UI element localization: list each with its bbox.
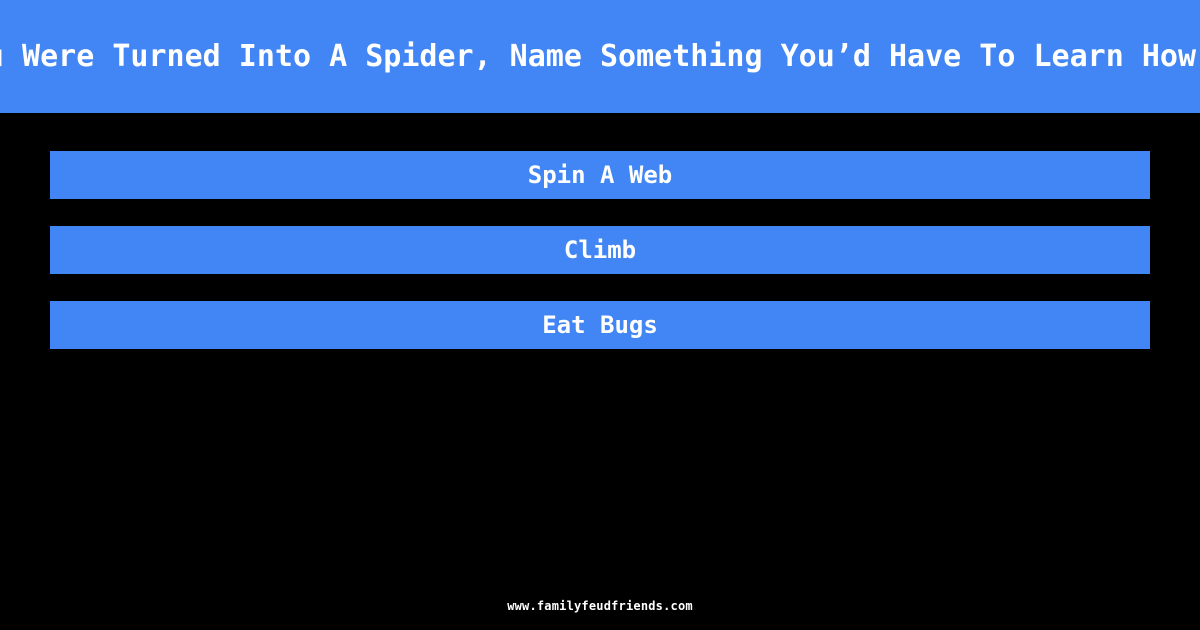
question-banner: If You Were Turned Into A Spider, Name S… [0,0,1200,113]
answer-bar-1[interactable]: Spin A Web [50,151,1150,199]
answer-text: Spin A Web [527,161,673,189]
answer-bar-3[interactable]: Eat Bugs [50,301,1150,349]
answer-card: If You Were Turned Into A Spider, Name S… [0,0,1200,630]
answer-text: Climb [563,236,637,264]
answers-list: Spin A Web Climb Eat Bugs [50,151,1150,349]
answer-bar-2[interactable]: Climb [50,226,1150,274]
footer: www.familyfeudfriends.com [0,595,1200,614]
answer-text: Eat Bugs [542,311,658,339]
question-text: If You Were Turned Into A Spider, Name S… [0,39,1200,74]
footer-site-url: www.familyfeudfriends.com [507,599,693,613]
